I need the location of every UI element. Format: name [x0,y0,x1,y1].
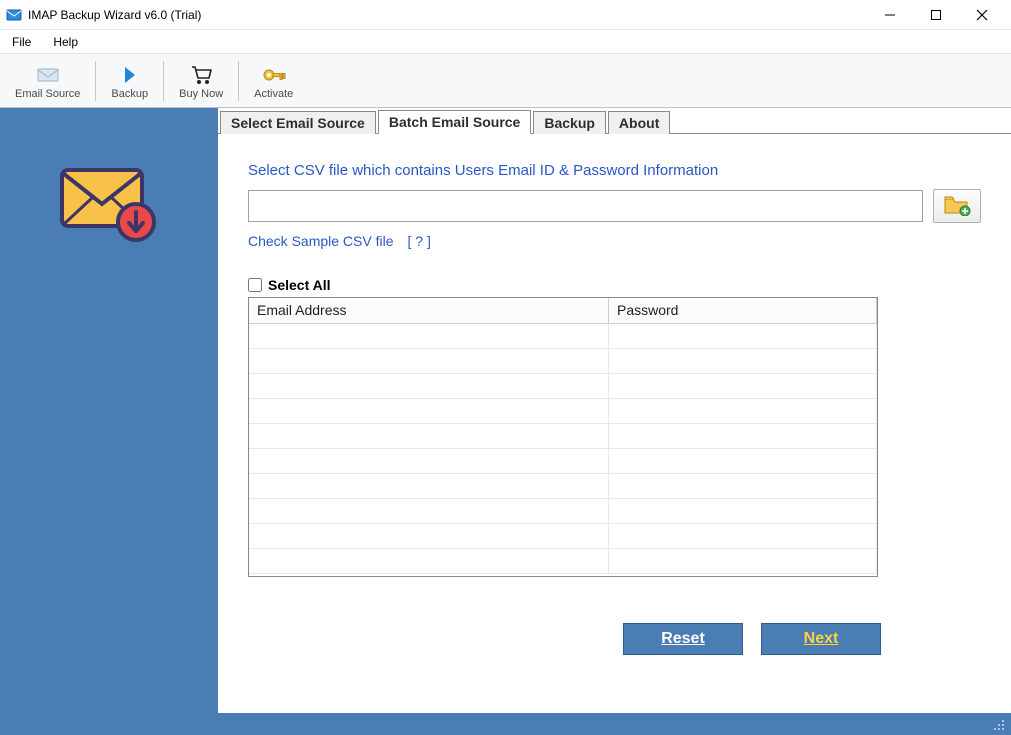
next-button[interactable]: Next [761,623,881,655]
tool-activate-label: Activate [254,88,293,100]
grid-row [249,449,877,474]
grid-row [249,524,877,549]
grid-row [249,424,877,449]
grid-row [249,374,877,399]
menu-bar: File Help [0,30,1011,54]
select-all-label[interactable]: Select All [268,277,331,293]
toolbar-separator [163,61,164,101]
close-button[interactable] [959,0,1005,30]
col-email-header[interactable]: Email Address [249,298,609,324]
grid-row [249,399,877,424]
tab-about[interactable]: About [608,111,670,134]
file-row [248,189,981,223]
menu-file[interactable]: File [8,33,35,51]
tool-backup-label: Backup [111,88,148,100]
bottom-actions: Reset Next [248,623,981,655]
toolbar-separator [238,61,239,101]
tool-activate[interactable]: Activate [245,59,302,103]
window-title: IMAP Backup Wizard v6.0 (Trial) [28,8,867,22]
tool-backup[interactable]: Backup [102,59,157,103]
data-grid[interactable]: Email Address Password [248,297,878,577]
app-icon [6,7,22,23]
tab-batch-email-source[interactable]: Batch Email Source [378,110,532,134]
toolbar-separator [95,61,96,101]
tool-buy-now[interactable]: Buy Now [170,59,232,103]
grid-row [249,349,877,374]
minimize-button[interactable] [867,0,913,30]
grid-row [249,474,877,499]
content: Select Email Source Batch Email Source B… [218,108,1011,713]
grid-body [249,324,877,574]
folder-add-icon [943,194,971,219]
grid-row [249,499,877,524]
grid-row [249,549,877,574]
toolbar: Email Source Backup Buy Now Activate [0,54,1011,108]
resize-grip-icon[interactable] [991,717,1005,731]
batch-panel: Select CSV file which contains Users Ema… [218,134,1011,675]
main-area: Select Email Source Batch Email Source B… [0,108,1011,713]
instruction-text: Select CSV file which contains Users Ema… [248,162,981,179]
backup-icon [121,62,139,88]
tool-buy-now-label: Buy Now [179,88,223,100]
email-source-icon [35,62,61,88]
tabs: Select Email Source Batch Email Source B… [218,108,1011,134]
status-bar [0,713,1011,735]
sample-row: Check Sample CSV file [ ? ] [248,233,981,249]
select-all-row: Select All [248,277,981,293]
select-all-checkbox[interactable] [248,278,262,292]
grid-header: Email Address Password [249,298,877,324]
key-icon [261,62,287,88]
csv-path-input[interactable] [248,190,923,222]
tool-email-source-label: Email Source [15,88,80,100]
browse-button[interactable] [933,189,981,223]
envelope-download-icon [54,158,164,248]
window-controls [867,0,1005,30]
tab-backup[interactable]: Backup [533,111,606,134]
title-bar: IMAP Backup Wizard v6.0 (Trial) [0,0,1011,30]
grid-row [249,324,877,349]
maximize-button[interactable] [913,0,959,30]
sample-csv-link[interactable]: Check Sample CSV file [248,233,394,249]
cart-icon [189,62,213,88]
tool-email-source[interactable]: Email Source [6,59,89,103]
sidebar [0,108,218,713]
tab-select-email-source[interactable]: Select Email Source [220,111,376,134]
col-password-header[interactable]: Password [609,298,877,324]
reset-button[interactable]: Reset [623,623,743,655]
menu-help[interactable]: Help [49,33,82,51]
sample-help-link[interactable]: [ ? ] [408,233,431,249]
